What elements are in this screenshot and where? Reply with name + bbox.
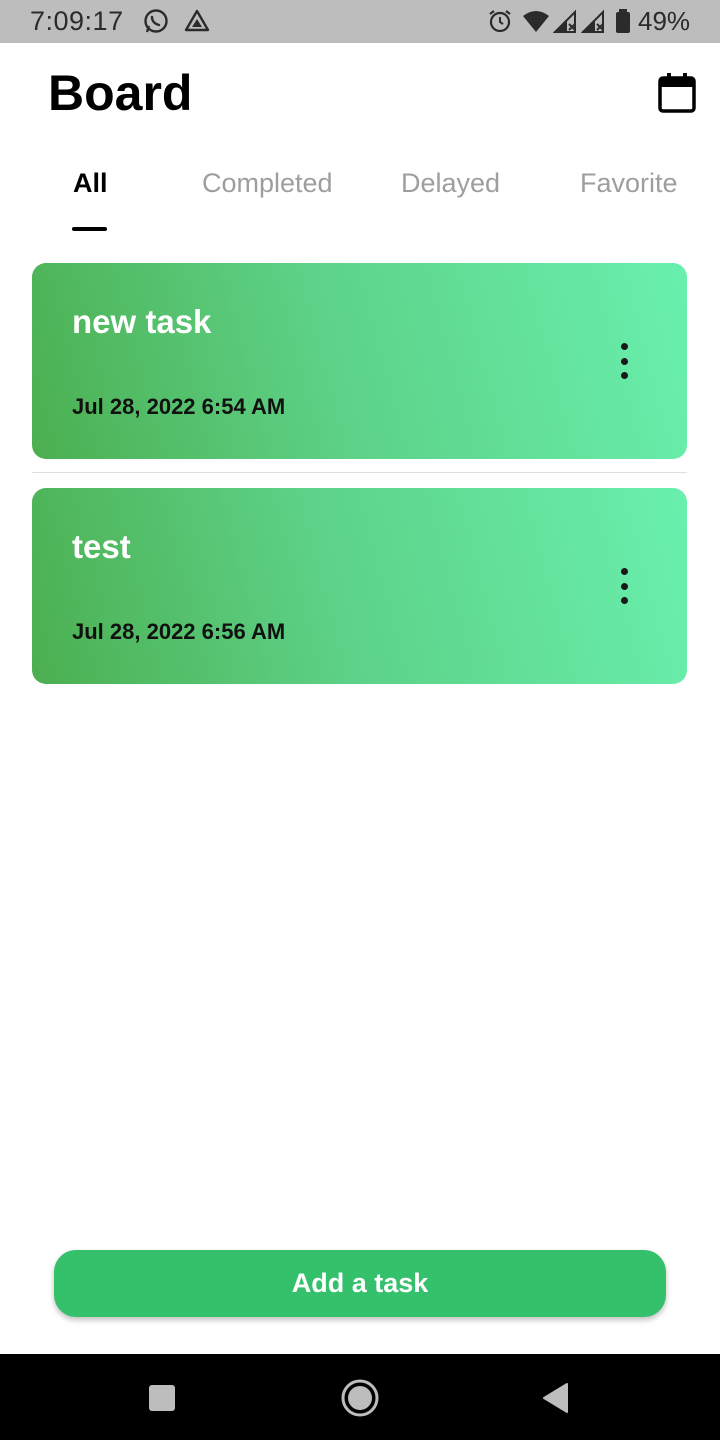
add-task-label: Add a task xyxy=(291,1268,429,1298)
battery-icon xyxy=(614,8,632,34)
more-options-icon[interactable] xyxy=(612,568,636,604)
status-time: 7:09:17 xyxy=(30,6,124,36)
tab-all[interactable]: All xyxy=(73,168,108,199)
page-title: Board xyxy=(48,65,193,121)
whatsapp-icon xyxy=(143,8,169,34)
signal-icon xyxy=(580,8,607,34)
tab-completed[interactable]: Completed xyxy=(202,168,333,199)
divider xyxy=(32,472,687,473)
task-title: new task xyxy=(72,303,212,340)
task-title: test xyxy=(72,528,131,565)
wifi-icon xyxy=(521,8,551,34)
more-options-icon[interactable] xyxy=(612,343,636,379)
signal-icon xyxy=(552,8,579,34)
home-circle-icon[interactable] xyxy=(336,1374,384,1422)
add-task-button[interactable]: Add a task xyxy=(54,1250,666,1317)
drive-icon xyxy=(184,8,210,34)
task-date: Jul 28, 2022 6:54 AM xyxy=(72,394,286,419)
tab-delayed[interactable]: Delayed xyxy=(401,168,500,199)
task-card[interactable]: new task Jul 28, 2022 6:54 AM xyxy=(32,263,687,459)
battery-percent: 49% xyxy=(638,6,691,36)
navigation-bar xyxy=(0,1354,720,1440)
task-date: Jul 28, 2022 6:56 AM xyxy=(72,619,286,644)
calendar-icon xyxy=(657,72,697,119)
task-card[interactable]: test Jul 28, 2022 6:56 AM xyxy=(32,488,687,684)
status-bar: 7:09:17 49% xyxy=(0,0,720,43)
calendar-button[interactable] xyxy=(652,70,702,120)
tab-indicator xyxy=(72,227,107,231)
recents-square-icon[interactable] xyxy=(138,1374,186,1422)
tab-favorite[interactable]: Favorite xyxy=(580,168,678,199)
alarm-icon xyxy=(487,8,513,34)
back-triangle-icon[interactable] xyxy=(532,1374,580,1422)
